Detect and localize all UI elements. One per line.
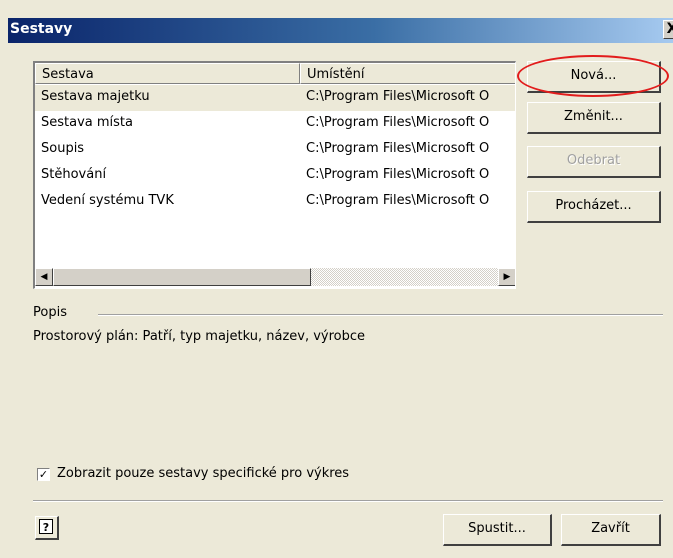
drawing-specific-label[interactable]: Zobrazit pouze sestavy specifické pro vý…: [57, 466, 349, 481]
reports-dialog: Sestavy X Sestava Umístění Sestava majet…: [0, 0, 673, 558]
help-icon: ?: [39, 519, 53, 534]
report-name: Sestava majetku: [41, 89, 150, 104]
report-name: Vedení systému TVK: [41, 193, 174, 208]
report-name: Sestava místa: [41, 115, 133, 130]
dialog-title: Sestavy: [10, 21, 73, 37]
scroll-right-icon[interactable]: ▶: [498, 268, 515, 286]
run-button[interactable]: Spustit...: [443, 514, 552, 546]
column-header-location[interactable]: Umístění: [300, 63, 515, 84]
description-text: Prostorový plán: Patří, typ majetku, náz…: [33, 329, 366, 344]
report-location: C:\Program Files\Microsoft O: [306, 141, 490, 156]
footer-separator: [33, 500, 663, 502]
horizontal-scrollbar[interactable]: ◀ ▶: [35, 268, 515, 286]
title-bar: Sestavy X: [8, 18, 673, 43]
report-location: C:\Program Files\Microsoft O: [306, 89, 490, 104]
scrollbar-thumb[interactable]: [53, 268, 311, 286]
browse-button[interactable]: Procházet...: [527, 191, 661, 223]
drawing-specific-checkbox[interactable]: ✓: [37, 468, 50, 481]
list-header: Sestava Umístění: [35, 63, 515, 84]
list-row[interactable]: Soupis C:\Program Files\Microsoft O: [35, 137, 515, 163]
list-row[interactable]: Vedení systému TVK C:\Program Files\Micr…: [35, 189, 515, 215]
report-name: Stěhování: [41, 167, 107, 182]
scroll-left-icon[interactable]: ◀: [35, 268, 53, 286]
list-row[interactable]: Sestava místa C:\Program Files\Microsoft…: [35, 111, 515, 137]
report-location: C:\Program Files\Microsoft O: [306, 193, 490, 208]
report-location: C:\Program Files\Microsoft O: [306, 167, 490, 182]
edit-report-button[interactable]: Změnit...: [527, 102, 661, 134]
close-icon[interactable]: X: [663, 20, 673, 39]
reports-list[interactable]: Sestava Umístění Sestava majetku C:\Prog…: [33, 61, 516, 289]
new-report-button[interactable]: Nová...: [527, 61, 661, 93]
help-button[interactable]: ?: [35, 516, 59, 540]
list-row[interactable]: Stěhování C:\Program Files\Microsoft O: [35, 163, 515, 189]
list-row[interactable]: Sestava majetku C:\Program Files\Microso…: [35, 85, 515, 111]
remove-report-button[interactable]: Odebrat: [527, 146, 661, 178]
list-rows: Sestava majetku C:\Program Files\Microso…: [35, 85, 515, 215]
description-divider: [98, 314, 663, 316]
close-button[interactable]: Zavřít: [561, 514, 661, 546]
report-location: C:\Program Files\Microsoft O: [306, 115, 490, 130]
column-header-report[interactable]: Sestava: [35, 63, 300, 84]
report-name: Soupis: [41, 141, 85, 156]
description-label: Popis: [33, 305, 67, 320]
